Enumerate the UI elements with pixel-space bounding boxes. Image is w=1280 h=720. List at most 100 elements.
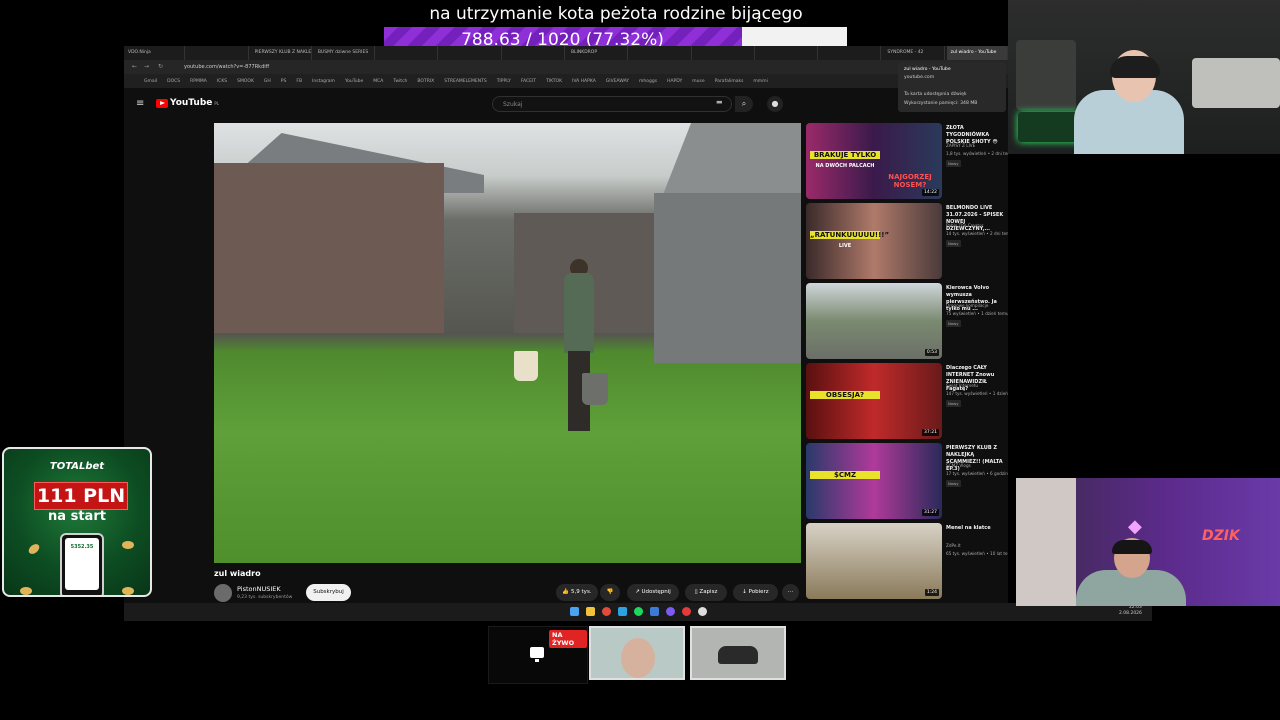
bookmark-item[interactable]: mhoggs <box>639 79 657 84</box>
bookmark-item[interactable]: HAPDY <box>667 79 682 84</box>
taskbar-clock[interactable]: 22:03 2.08.2026 <box>1119 605 1142 617</box>
file-explorer-icon[interactable] <box>586 607 595 616</box>
tab-hover-title: zul wiadro - YouTube <box>904 67 951 72</box>
app-icon-red[interactable] <box>682 607 691 616</box>
forward-icon[interactable]: → <box>144 63 149 70</box>
spotify-icon[interactable] <box>634 607 643 616</box>
browser-tab[interactable] <box>377 46 439 60</box>
recommendation-item[interactable]: 1:24 Menel na klatce ZdPe.lt 65 tys. wyświe… <box>806 523 1008 599</box>
app-icon-white[interactable] <box>698 607 707 616</box>
bookmark-item[interactable]: TIPPLY <box>497 79 511 84</box>
browser-tab[interactable] <box>504 46 565 60</box>
bookmark-item[interactable]: IVA HAPKA <box>572 79 596 84</box>
live-source-box[interactable]: NA ŻYWO <box>488 626 588 684</box>
steam-icon[interactable] <box>650 607 659 616</box>
bookmark-item[interactable]: ICKS <box>217 79 227 84</box>
source-thumbnail-2[interactable] <box>690 626 786 680</box>
recommendation-channel[interactable]: ZdPe.lt <box>946 543 1008 548</box>
recommendation-item[interactable]: OBSESJA? 37:21 Dlaczego CAŁY INTERNET Znow… <box>806 363 1008 439</box>
recommendation-title[interactable]: Dlaczego CAŁY INTERNET Znowu ZNIENAWIDZI… <box>946 365 1008 393</box>
recommendation-item[interactable]: BRAKUJE TYLKO NA DWÓCH PALCACH NAJGORZEJ N… <box>806 123 1008 199</box>
recommendation-thumbnail[interactable]: BRAKUJE TYLKO NA DWÓCH PALCACH NAJGORZEJ N… <box>806 123 942 199</box>
dislike-button[interactable]: 👎 <box>600 584 620 601</box>
recommendation-channel[interactable]: Drogowe kompilacje <box>946 303 1008 308</box>
recommendation-thumbnail[interactable]: „RATUNKUUUUU!!!” LIVE <box>806 203 942 279</box>
tab-hover-audio: Ta karta udostępnia dźwięk <box>904 92 967 97</box>
bookmark-item[interactable]: mmmi <box>753 79 767 84</box>
bookmark-item[interactable]: Parafalimaks <box>715 79 744 84</box>
reload-icon[interactable]: ↻ <box>158 63 163 70</box>
bookmark-item[interactable]: SMOOK <box>237 79 254 84</box>
browser-tab[interactable] <box>757 46 819 60</box>
browser-tab[interactable]: VDO.Ninja <box>124 46 186 60</box>
youtube-logo[interactable]: YouTube PL <box>156 98 219 108</box>
totalbet-ad[interactable]: TOTALbet 111 PLN na start 5352.35 <box>2 447 152 597</box>
voice-search-button[interactable]: ● <box>767 96 783 112</box>
recommendation-channel[interactable]: ZAPISY Z LIVE <box>946 143 1008 148</box>
start-icon[interactable] <box>570 607 579 616</box>
bookmark-item[interactable]: FB <box>296 79 302 84</box>
channel-avatar[interactable] <box>214 584 232 602</box>
telegram-icon[interactable] <box>618 607 627 616</box>
subscribe-button[interactable]: Subskrybuj <box>306 584 351 601</box>
like-button[interactable]: 👍 5,9 tys. <box>556 584 598 601</box>
bookmark-item[interactable]: RPMMA <box>190 79 207 84</box>
save-button[interactable]: ▯ Zapisz <box>685 584 727 601</box>
recommendation-item[interactable]: „RATUNKUUUUU!!!” LIVE BELMONDO LIVE 31.07.… <box>806 203 1008 279</box>
obs-icon[interactable] <box>666 607 675 616</box>
browser-tab[interactable]: BLINKDROP <box>567 46 629 60</box>
recommendation-title[interactable]: BELMONDO LIVE 31.07.2026 - SPISEK NOWEJ … <box>946 205 1008 233</box>
browser-tab[interactable] <box>187 46 249 60</box>
browser-tab[interactable]: zul wiadro - YouTube <box>946 46 1008 60</box>
bookmark-item[interactable]: STREAMELEMENTS <box>444 79 486 84</box>
bookmark-item[interactable]: GIVEAWAY <box>606 79 629 84</box>
recommendation-thumbnail[interactable]: $CMZ 31:27 <box>806 443 942 519</box>
download-button[interactable]: ↓ Pobierz <box>733 584 778 601</box>
browser-tab[interactable]: SYNDROME - 42 <box>883 46 945 60</box>
chrome-icon[interactable] <box>602 607 611 616</box>
search-input[interactable]: Szukaj <box>492 96 732 112</box>
back-icon[interactable]: ← <box>132 63 137 70</box>
recommendation-item[interactable]: 0:53 Kierowca Volvo wymusza pierwszeństwo… <box>806 283 1008 359</box>
browser-tab[interactable] <box>440 46 502 60</box>
browser-tab[interactable] <box>694 46 755 60</box>
recommendation-title[interactable]: PIERWSZY KLUB Z NAKLEJKĄ SCAMMIEZ!! (MAL… <box>946 445 1008 473</box>
share-button[interactable]: ↗ Udostępnij <box>627 584 679 601</box>
recommendation-item[interactable]: $CMZ 31:27 PIERWSZY KLUB Z NAKLEJKĄ SCAMMI… <box>806 443 1008 519</box>
bookmark-item[interactable]: Twitch <box>393 79 407 84</box>
bookmark-item[interactable]: FACEIT <box>521 79 536 84</box>
recommendation-thumbnail[interactable]: OBSESJA? 37:21 <box>806 363 942 439</box>
channel-name[interactable]: PistonNUSIEK <box>237 585 281 593</box>
bookmark-item[interactable]: BOTRIX <box>417 79 434 84</box>
bookmark-item[interactable]: MCA <box>373 79 383 84</box>
source-thumbnail-1[interactable] <box>589 626 685 680</box>
recommendation-channel[interactable]: Pablo The Creator <box>946 223 1008 228</box>
bookmark-item[interactable]: TIKTOK <box>546 79 562 84</box>
recommendation-thumbnail[interactable]: 1:24 <box>806 523 942 599</box>
search-button[interactable]: ⌕ <box>735 96 753 112</box>
bookmark-item[interactable]: PS <box>281 79 287 84</box>
recommendation-channel[interactable]: Świat Internetu <box>946 383 1008 388</box>
keyboard-icon[interactable]: ▬ <box>716 98 723 106</box>
bookmark-item[interactable]: muse <box>692 79 704 84</box>
address-bar-url[interactable]: youtube.com/watch?v=-877Rkdiff <box>184 64 269 70</box>
browser-tab[interactable] <box>820 46 882 60</box>
menu-icon[interactable]: ≡ <box>136 98 144 109</box>
save-label: Zapisz <box>699 589 718 595</box>
more-actions-button[interactable]: ⋯ <box>782 584 799 601</box>
recommendation-channel[interactable]: SCMZ Vlogs <box>946 463 1008 468</box>
video-player[interactable] <box>214 123 801 563</box>
recommendation-title[interactable]: Kierowca Volvo wymusza pierwszeństwo. Ja… <box>946 285 1008 313</box>
browser-tab[interactable]: PIERWSZY KLUB Z NAKLEJKĄ <box>251 46 312 60</box>
bookmark-item[interactable]: Instagram <box>312 79 335 84</box>
browser-tab[interactable]: BUSMY dziwne SERIES <box>314 46 376 60</box>
recommendation-thumbnail[interactable]: 0:53 <box>806 283 942 359</box>
bookmark-item[interactable]: GH <box>264 79 271 84</box>
browser-tab[interactable] <box>630 46 692 60</box>
bookmark-item[interactable]: YouTube <box>345 79 363 84</box>
recommendation-title[interactable]: Menel na klatce <box>946 525 1008 532</box>
coin-icon <box>122 541 134 549</box>
bookmark-item[interactable]: DOCS <box>167 79 180 84</box>
thumbnail-face <box>621 638 655 678</box>
bookmark-item[interactable]: Gmail <box>144 79 157 84</box>
